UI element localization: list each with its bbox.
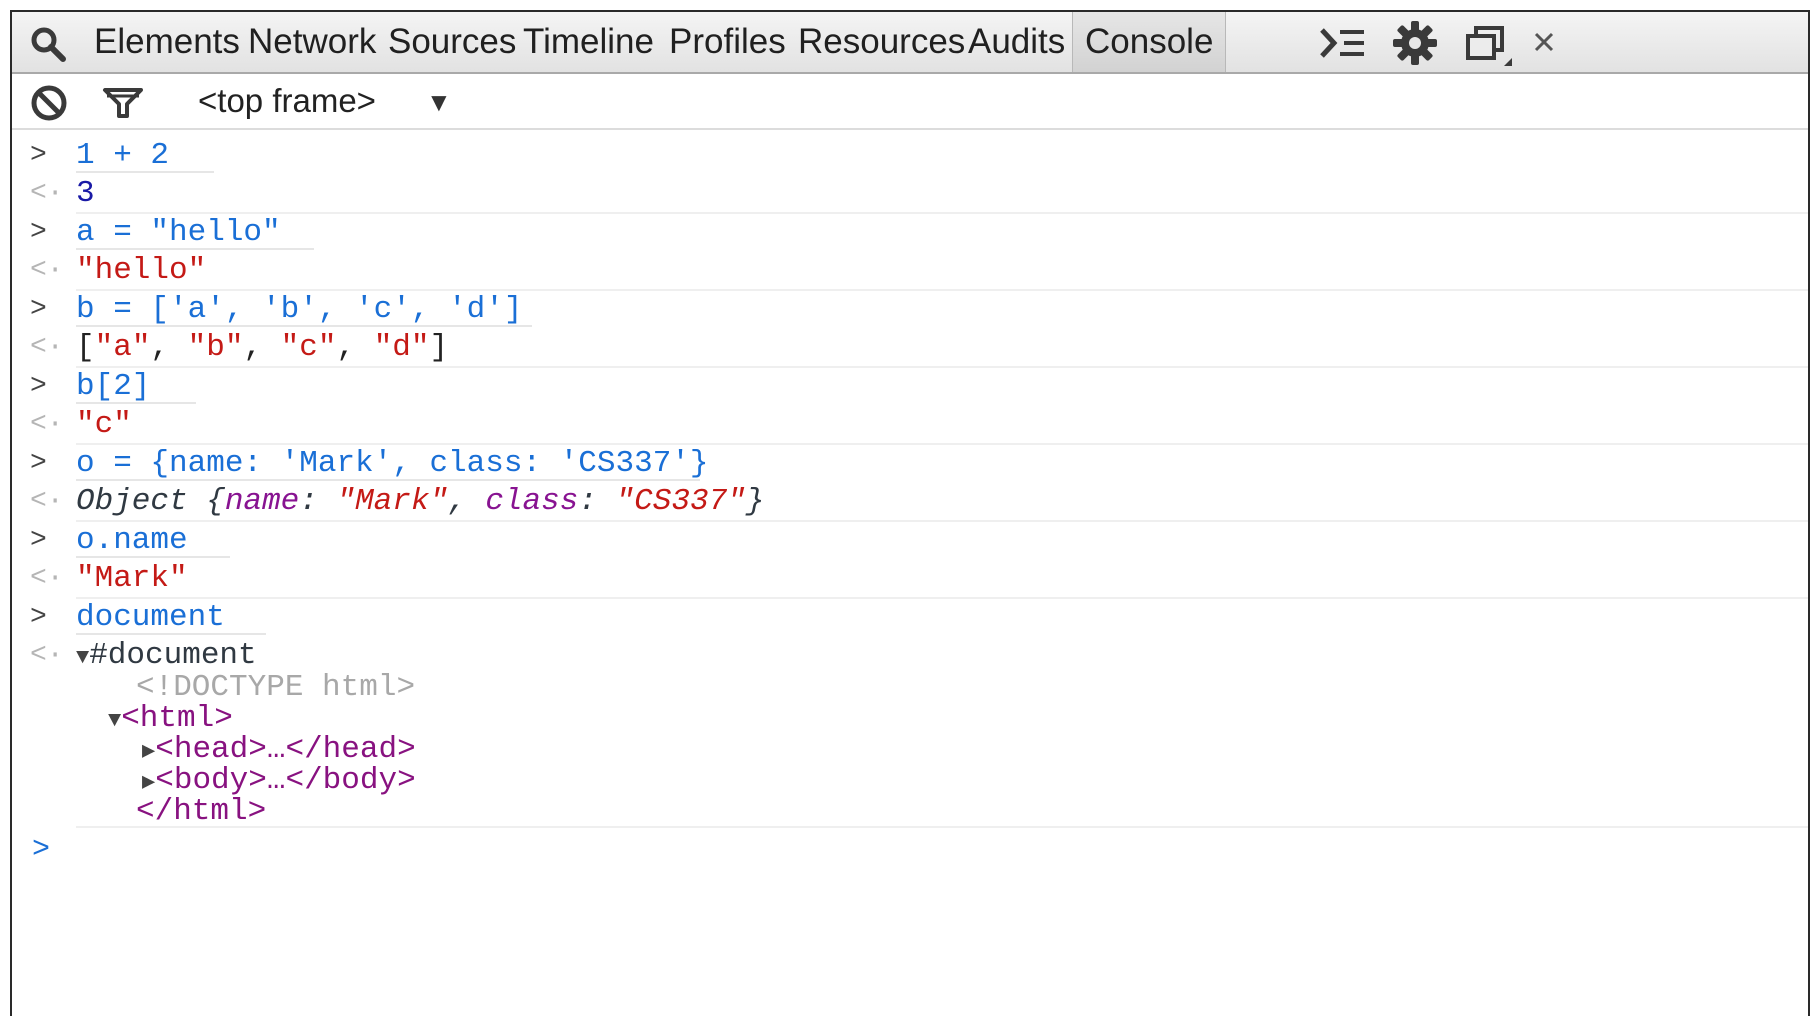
- chevron-down-icon[interactable]: ▼: [426, 87, 452, 118]
- tab-timeline[interactable]: Timeline: [523, 12, 654, 72]
- tab-sources[interactable]: Sources: [388, 12, 516, 72]
- tab-bar: Elements Network Sources Timeline Profil…: [12, 12, 1808, 74]
- output-prompt-icon: <·: [30, 255, 64, 286]
- triangle-down-icon[interactable]: ▼: [108, 708, 121, 733]
- gear-icon[interactable]: [1392, 20, 1438, 66]
- output-prompt-icon: <·: [30, 332, 64, 363]
- output-prompt-icon: <·: [30, 409, 64, 440]
- tab-audits[interactable]: Audits: [968, 12, 1065, 72]
- devtools-window: Elements Network Sources Timeline Profil…: [10, 10, 1810, 1016]
- console-output: "c": [76, 407, 132, 442]
- tab-elements[interactable]: Elements: [94, 12, 240, 72]
- tab-network[interactable]: Network: [248, 12, 376, 72]
- console-output: 3: [76, 176, 95, 211]
- search-icon[interactable]: [28, 24, 68, 64]
- console-output: "hello": [76, 253, 207, 288]
- output-prompt-icon: <·: [30, 486, 64, 517]
- console-output: ["a", "b", "c", "d"]: [76, 330, 449, 365]
- filter-icon[interactable]: [102, 86, 144, 120]
- tab-console[interactable]: Console: [1072, 12, 1227, 72]
- prompt-chevron-icon: >: [32, 833, 51, 867]
- frame-selector[interactable]: <top frame>: [198, 74, 376, 128]
- triangle-down-icon[interactable]: ▼: [76, 645, 89, 670]
- console-toolbar: <top frame> ▼: [12, 74, 1808, 130]
- block-icon[interactable]: [30, 84, 68, 122]
- console-output[interactable]: Object {name: "Mark", class: "CS337"}: [76, 480, 764, 524]
- console-output: "Mark": [76, 561, 188, 596]
- output-prompt-icon: <·: [30, 563, 64, 594]
- console-prompt[interactable]: >: [32, 830, 1732, 870]
- close-icon[interactable]: [1530, 28, 1558, 56]
- console-drawer-icon[interactable]: [1318, 24, 1368, 62]
- tab-resources[interactable]: Resources: [798, 12, 965, 72]
- tab-profiles[interactable]: Profiles: [669, 12, 786, 72]
- triangle-right-icon[interactable]: ▶: [142, 739, 155, 764]
- console-messages: > 1 + 2 <· 3 > a = "hello" <· "hello" > …: [12, 130, 1808, 1016]
- output-prompt-icon: <·: [30, 640, 64, 671]
- triangle-right-icon[interactable]: ▶: [142, 770, 155, 795]
- tree-html-close: </html>: [136, 794, 267, 829]
- undock-icon[interactable]: [1464, 24, 1512, 68]
- output-prompt-icon: <·: [30, 178, 64, 209]
